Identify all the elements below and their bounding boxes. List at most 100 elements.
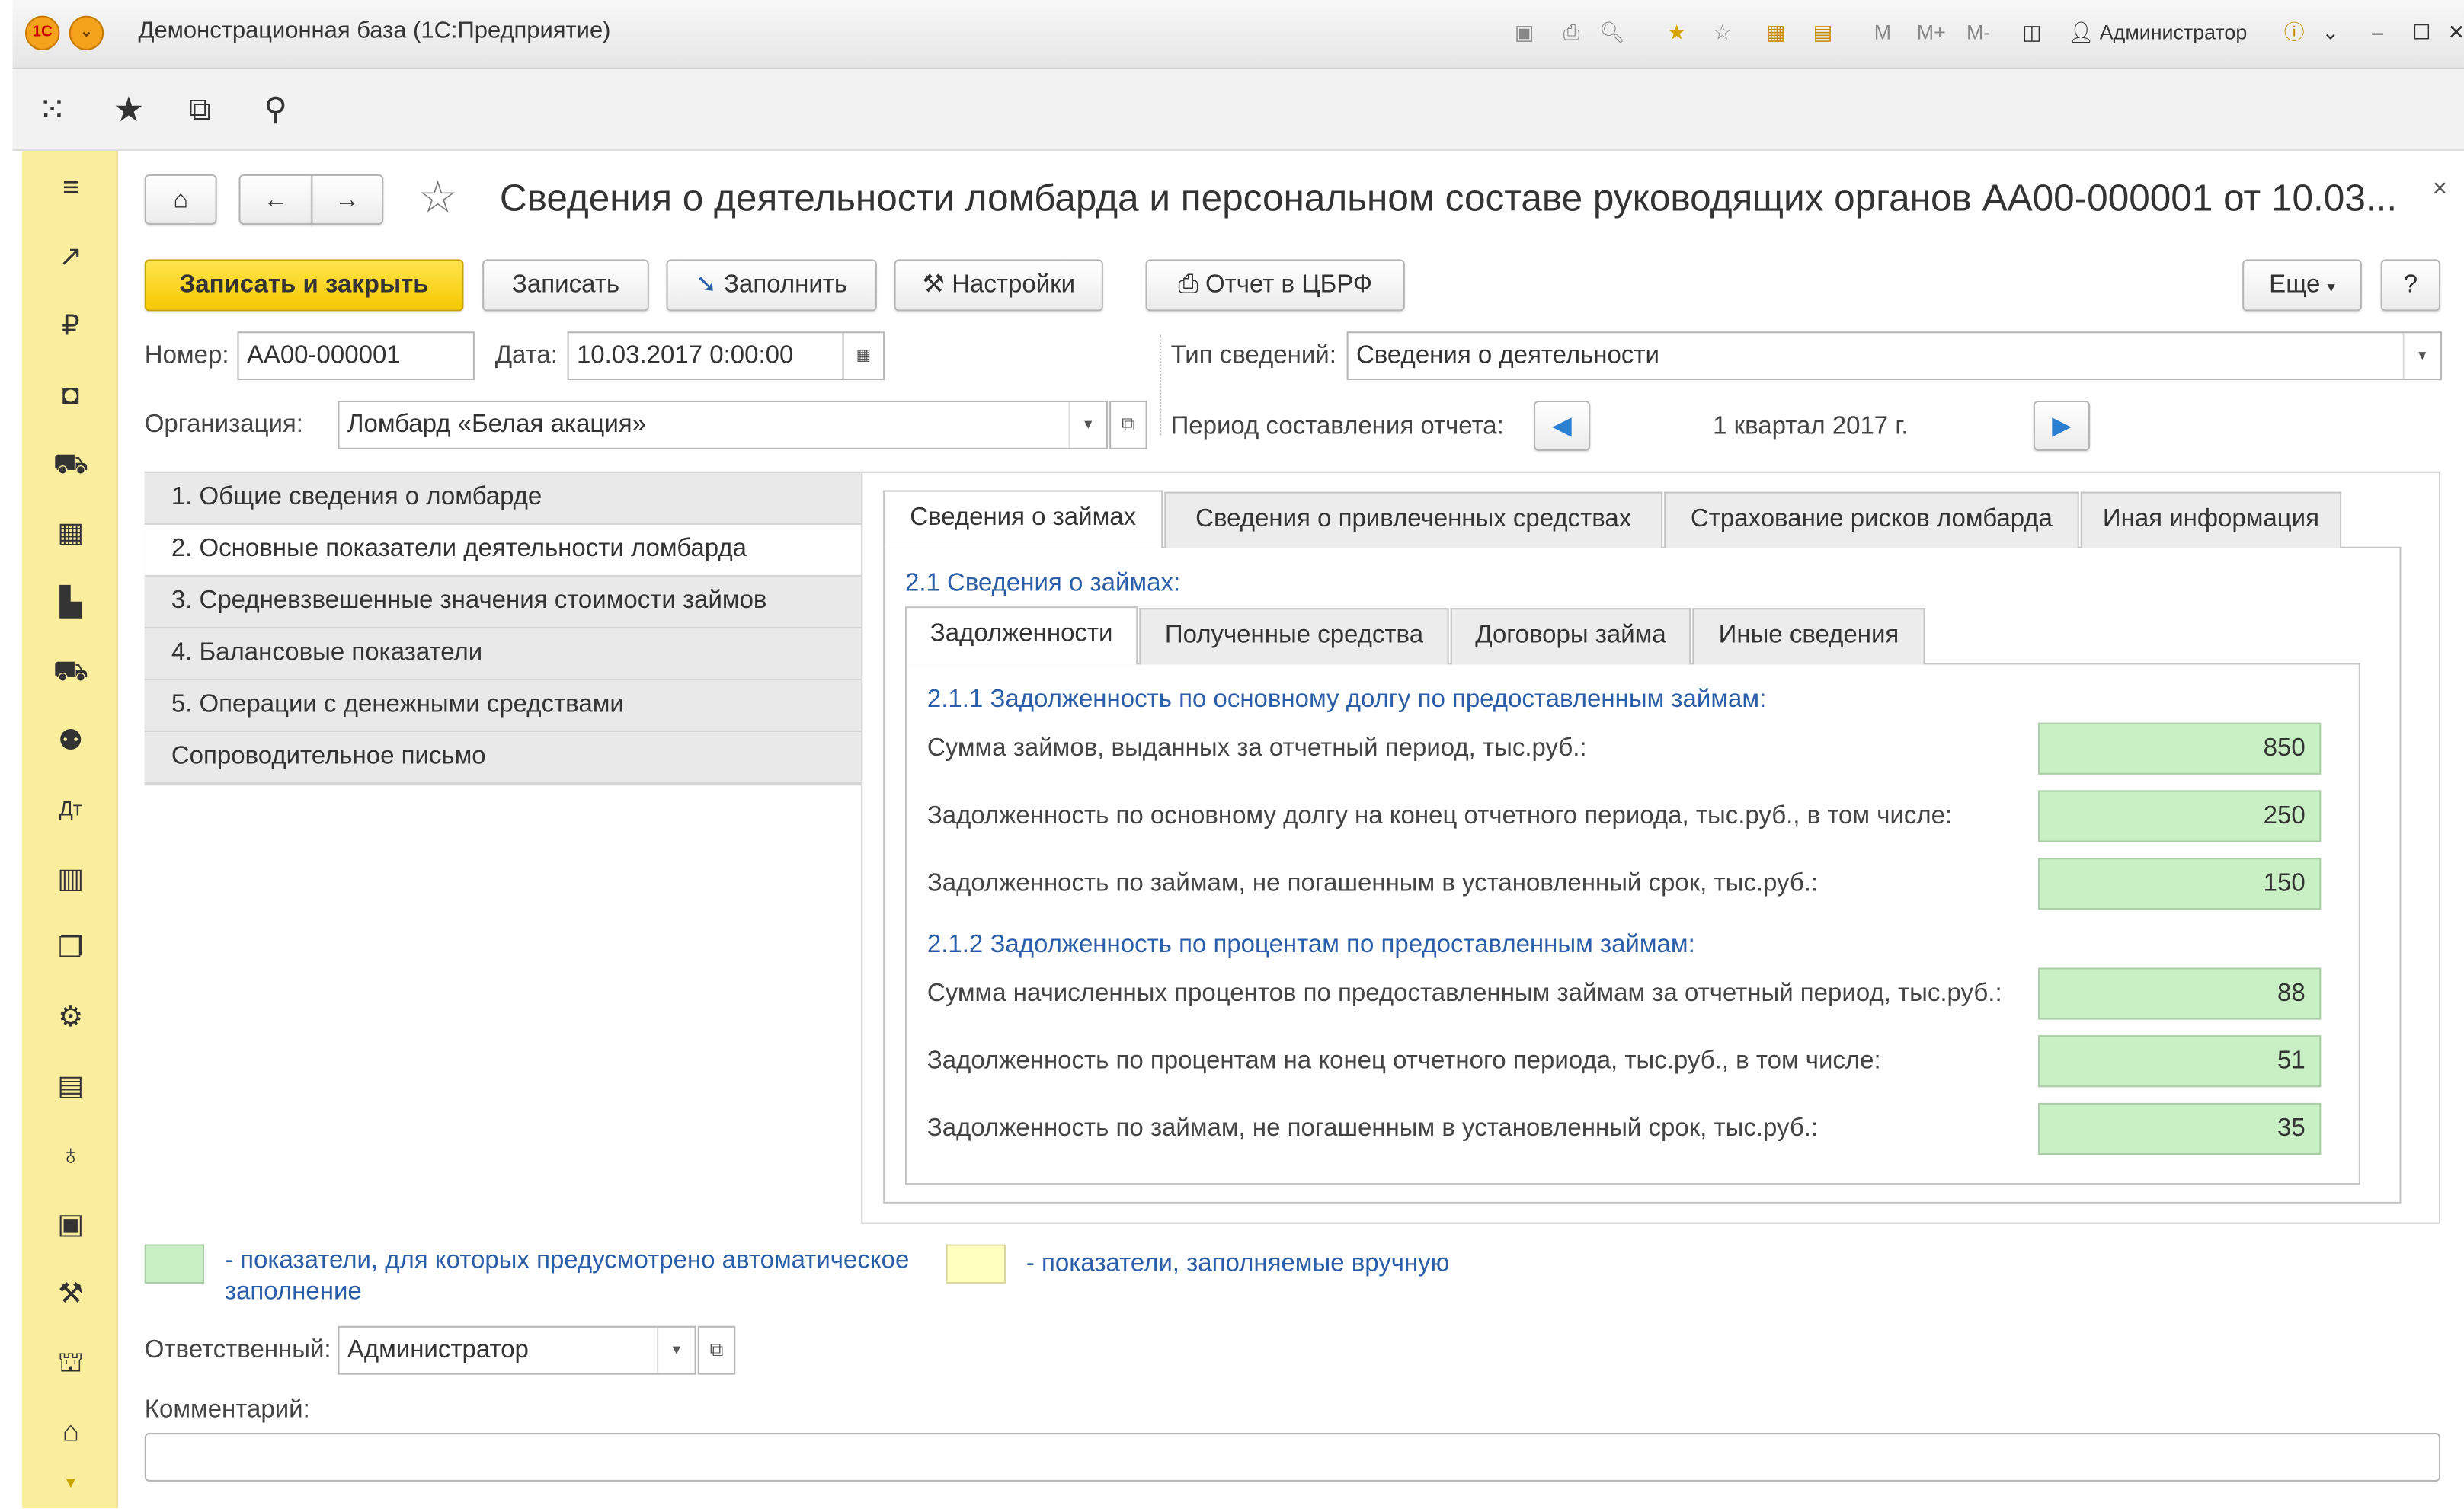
- tab-other-info[interactable]: Иная информация: [2080, 491, 2342, 548]
- favorites-icon[interactable]: ☆: [1707, 16, 1738, 50]
- memory-mplus-button[interactable]: M+: [1911, 16, 1952, 50]
- subtab-debts[interactable]: Задолженности: [905, 606, 1138, 665]
- type-select[interactable]: Сведения о деятельности ▾: [1346, 331, 2443, 381]
- overdue-principal-field[interactable]: 150: [2038, 858, 2322, 910]
- responsible-open-icon[interactable]: ⧉: [697, 1325, 736, 1375]
- fill-button[interactable]: ➘ Заполнить: [666, 259, 877, 312]
- date-input[interactable]: 10.03.2017 0:00:00 ▦: [567, 331, 885, 381]
- bank-icon[interactable]: ⌂: [50, 1411, 91, 1452]
- app-logo-icon[interactable]: 1С: [25, 15, 60, 50]
- number-input[interactable]: АА00-000001: [237, 331, 475, 381]
- org-open-icon[interactable]: ⧉: [1109, 400, 1147, 449]
- chevron-down-icon: ▾: [2327, 280, 2335, 297]
- section-item-cover-letter[interactable]: Сопроводительное письмо: [144, 732, 862, 785]
- responsible-dropdown-icon[interactable]: ▾: [657, 1327, 695, 1373]
- person-icon[interactable]: ⚉: [50, 720, 91, 761]
- calculator-icon[interactable]: ▦: [1760, 16, 1791, 50]
- search-icon[interactable]: ⚲: [264, 88, 287, 133]
- scroll-down-icon[interactable]: ▼: [50, 1464, 91, 1505]
- history-icon[interactable]: ⧉: [189, 88, 211, 133]
- responsible-value: Администратор: [347, 1337, 529, 1364]
- responsible-select[interactable]: Администратор ▾: [338, 1325, 696, 1375]
- help-button[interactable]: ?: [2380, 259, 2441, 312]
- accrued-interest-field[interactable]: 88: [2038, 967, 2322, 1020]
- truck-icon[interactable]: ⛟: [50, 651, 91, 692]
- section-item-balance[interactable]: 4. Балансовые показатели: [144, 628, 862, 681]
- subtab-received-funds[interactable]: Полученные средства: [1139, 608, 1449, 665]
- forward-button[interactable]: →: [311, 174, 384, 225]
- settings-button[interactable]: ⚒ Настройки: [894, 259, 1103, 312]
- comment-input[interactable]: [144, 1433, 2441, 1482]
- fill-button-label: Заполнить: [724, 271, 848, 299]
- arrow-right-icon: ▶: [2052, 413, 2072, 440]
- info-icon[interactable]: ⓘ: [2276, 16, 2314, 50]
- warehouse-icon[interactable]: ▦: [50, 512, 91, 553]
- close-form-icon[interactable]: ×: [2433, 176, 2447, 204]
- gear-icon[interactable]: ⚙: [50, 996, 91, 1037]
- legend-manual-swatch: [946, 1244, 1006, 1284]
- more-button-label: Еще: [2269, 271, 2321, 299]
- subtab-loan-contracts[interactable]: Договоры займа: [1450, 608, 1691, 665]
- ruble-icon[interactable]: ₽: [50, 305, 91, 346]
- bag-icon[interactable]: ◘: [50, 374, 91, 415]
- apps-grid-icon[interactable]: ⁙: [38, 88, 67, 133]
- chart-trend-icon[interactable]: ↗: [50, 235, 91, 277]
- back-button[interactable]: ←: [238, 174, 313, 225]
- ring-icon[interactable]: ♁: [50, 1134, 91, 1175]
- settings-button-label: Настройки: [952, 271, 1076, 299]
- close-window-icon[interactable]: ✕: [2445, 16, 2464, 50]
- section-item-general[interactable]: 1. Общие сведения о ломбарде: [144, 472, 862, 525]
- memory-mminus-button[interactable]: M-: [1958, 16, 1999, 50]
- favorites-add-icon[interactable]: ★: [1659, 16, 1694, 50]
- factory-icon[interactable]: ▙: [50, 581, 91, 622]
- period-next-button[interactable]: ▶: [2033, 400, 2091, 451]
- save-icon[interactable]: ▣: [1509, 16, 1540, 50]
- org-dropdown-icon[interactable]: ▾: [1068, 402, 1107, 448]
- section-item-cash-operations[interactable]: 5. Операции с денежными средствами: [144, 680, 862, 733]
- block-title-principal-debt: 2.1.1 Задолженность по основному долгу п…: [926, 686, 1767, 714]
- minimize-icon[interactable]: –: [2360, 16, 2395, 50]
- user-menu[interactable]: 👤︎ Администратор: [2068, 16, 2269, 50]
- documents-icon[interactable]: ❐: [50, 927, 91, 968]
- date-value: 10.03.2017 0:00:00: [576, 342, 794, 369]
- tab-loans[interactable]: Сведения о займах: [883, 490, 1163, 548]
- report-cbrf-button[interactable]: ⎙ Отчет в ЦБРФ: [1145, 259, 1405, 312]
- panels-icon[interactable]: ◫: [2014, 16, 2049, 50]
- type-dropdown-icon[interactable]: ▾: [2402, 333, 2441, 379]
- memory-m-button[interactable]: M: [1867, 16, 1898, 50]
- save-and-close-button[interactable]: Записать и закрыть: [144, 259, 464, 312]
- menu-dropdown-icon[interactable]: ⌄: [69, 15, 104, 50]
- overdue-interest-field[interactable]: 35: [2038, 1102, 2322, 1155]
- clipboard-icon[interactable]: ▣: [50, 1204, 91, 1245]
- tab-risk-insurance[interactable]: Страхование рисков ломбарда: [1664, 491, 2079, 548]
- principal-debt-field[interactable]: 250: [2038, 790, 2322, 842]
- preview-icon[interactable]: 🔍︎: [1597, 16, 1628, 50]
- subtab-other-info[interactable]: Иные сведения: [1692, 608, 1925, 665]
- more-button[interactable]: Еще ▾: [2242, 259, 2362, 312]
- handshake-icon[interactable]: ⛫: [50, 1341, 91, 1383]
- accounting-icon[interactable]: Дт: [50, 788, 91, 830]
- favorite-star-icon[interactable]: ☆: [418, 173, 458, 223]
- interest-debt-field[interactable]: 51: [2038, 1035, 2322, 1088]
- info-dropdown-icon[interactable]: ⌄: [2319, 16, 2341, 50]
- maximize-icon[interactable]: ☐: [2405, 16, 2439, 50]
- menu-icon[interactable]: ≡: [50, 167, 91, 208]
- print-icon[interactable]: ⎙: [1556, 16, 1587, 50]
- calendar-icon[interactable]: ▤: [1807, 16, 1838, 50]
- home-button[interactable]: ⌂: [144, 174, 217, 225]
- section-item-main-indicators[interactable]: 2. Основные показатели деятельности ломб…: [144, 524, 863, 577]
- loans-issued-field[interactable]: 850: [2038, 722, 2322, 775]
- store-icon[interactable]: ▤: [50, 1065, 91, 1106]
- org-select[interactable]: Ломбард «Белая акация» ▾: [338, 400, 1109, 449]
- section-item-weighted-values[interactable]: 3. Средневзвешенные значения стоимости з…: [144, 576, 862, 628]
- bar-chart-icon[interactable]: ▥: [50, 858, 91, 899]
- period-prev-button[interactable]: ◀: [1534, 400, 1591, 451]
- tools-icon: ⚒: [922, 271, 946, 299]
- favorites-star-icon[interactable]: ★: [114, 88, 145, 133]
- fill-arrow-icon: ➘: [696, 271, 717, 299]
- calendar-picker-icon[interactable]: ▦: [842, 333, 884, 379]
- save-button[interactable]: Записать: [482, 259, 649, 312]
- tab-attracted-funds[interactable]: Сведения о привлеченных средствах: [1164, 491, 1663, 548]
- hammer-icon[interactable]: ⚒: [50, 1273, 91, 1314]
- cart-icon[interactable]: ⛟: [50, 443, 91, 484]
